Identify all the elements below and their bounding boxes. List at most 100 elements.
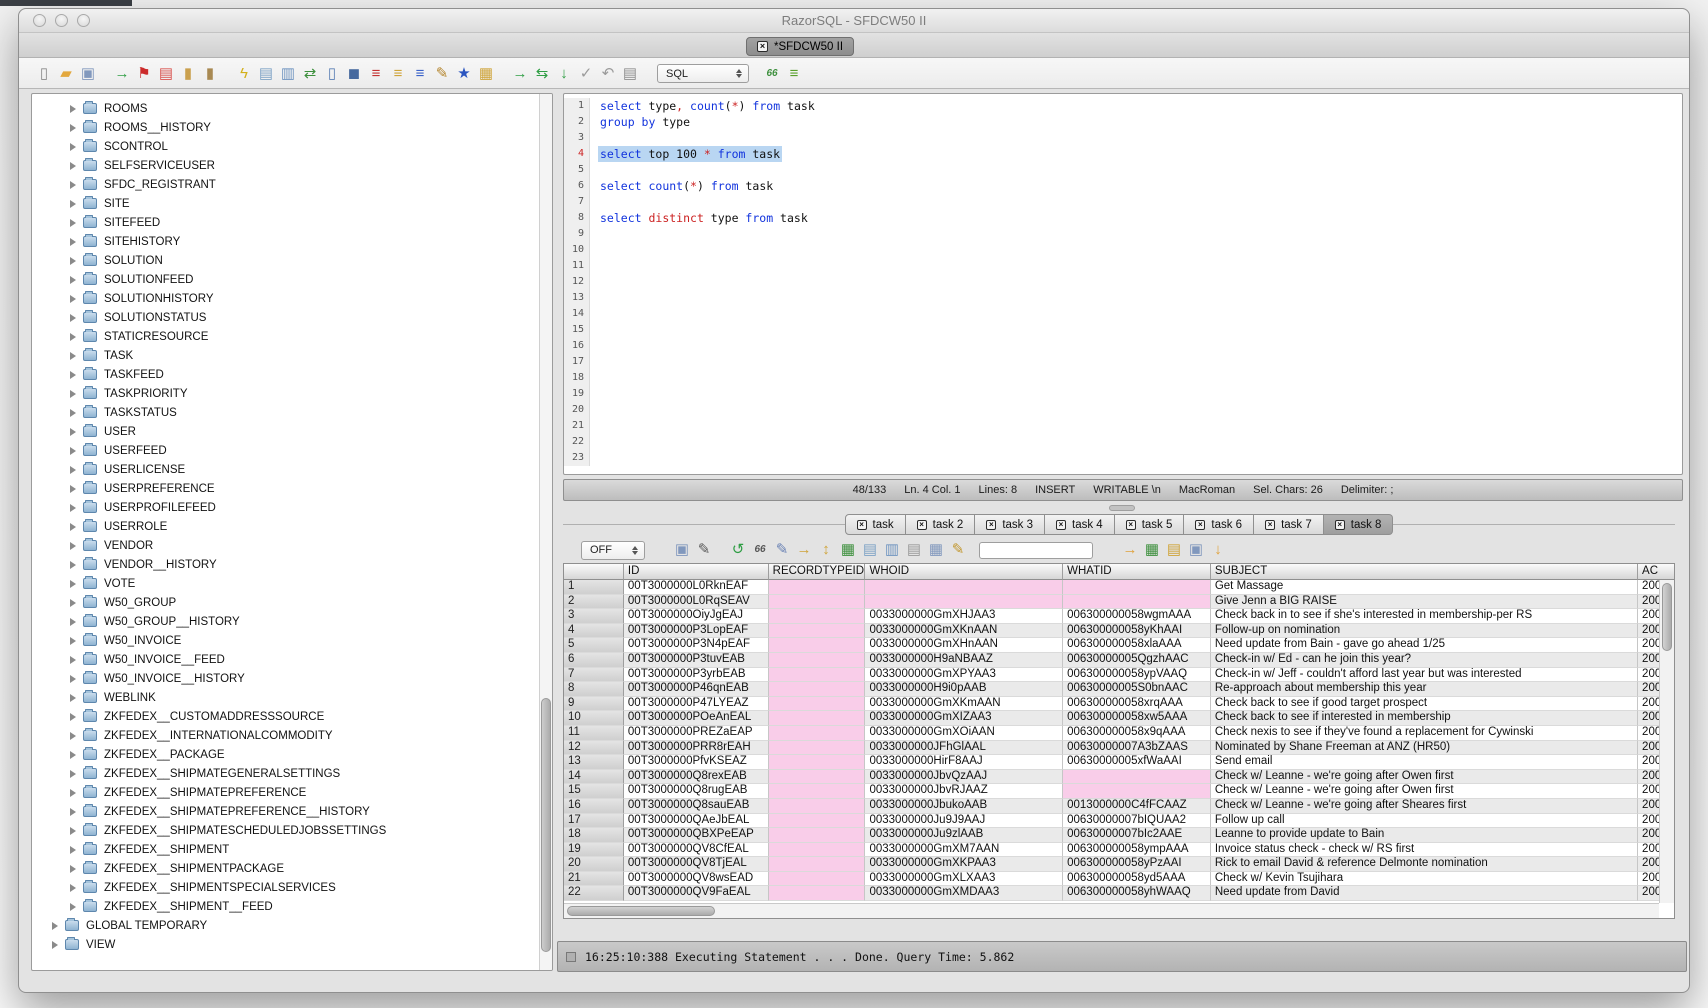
sidebar-table-item[interactable]: USERFEED bbox=[32, 441, 552, 460]
close-tab-icon[interactable]: × bbox=[1265, 520, 1275, 530]
sidebar-table-item[interactable]: VIEW bbox=[32, 935, 552, 954]
copy-table-data-icon[interactable]: ▦ bbox=[925, 539, 947, 561]
table-row[interactable]: 7 00T3000000P3yrbEAB 0033000000GmXPYAA3 … bbox=[564, 668, 1674, 683]
sidebar-table-item[interactable]: STATICRESOURCE bbox=[32, 327, 552, 346]
expand-arrow-icon[interactable] bbox=[70, 884, 76, 892]
expand-arrow-icon[interactable] bbox=[52, 941, 58, 949]
editor-line[interactable]: 10 bbox=[564, 242, 1682, 258]
sidebar-table-item[interactable]: SITE bbox=[32, 194, 552, 213]
editor-line[interactable]: 20 bbox=[564, 402, 1682, 418]
sidebar-table-item[interactable]: W50_GROUP__HISTORY bbox=[32, 612, 552, 631]
sidebar-table-item[interactable]: USER bbox=[32, 422, 552, 441]
expand-arrow-icon[interactable] bbox=[70, 276, 76, 284]
sidebar-table-item[interactable]: GLOBAL TEMPORARY bbox=[32, 916, 552, 935]
editor-line[interactable]: 11 bbox=[564, 258, 1682, 274]
sidebar-table-item[interactable]: ZKFEDEX__SHIPMENT__FEED bbox=[32, 897, 552, 916]
expand-arrow-icon[interactable] bbox=[70, 865, 76, 873]
result-tab[interactable]: × task 4 bbox=[1045, 514, 1115, 535]
sidebar-table-item[interactable]: SOLUTIONSTATUS bbox=[32, 308, 552, 327]
toolbar-separator[interactable] bbox=[715, 539, 727, 561]
expand-arrow-icon[interactable] bbox=[70, 504, 76, 512]
expand-arrow-icon[interactable] bbox=[70, 732, 76, 740]
refresh-icon[interactable]: ⇄ bbox=[299, 63, 321, 85]
close-tab-icon[interactable]: × bbox=[1056, 520, 1066, 530]
expand-arrow-icon[interactable] bbox=[70, 371, 76, 379]
expand-arrow-icon[interactable] bbox=[70, 713, 76, 721]
primary-key-icon[interactable]: ✎ bbox=[947, 539, 969, 561]
editor-line[interactable]: 19 bbox=[564, 386, 1682, 402]
sidebar-table-item[interactable]: USERPROFILEFEED bbox=[32, 498, 552, 517]
editor-line[interactable]: 6select count(*) from task bbox=[564, 178, 1682, 194]
table-row[interactable]: 17 00T3000000QAeJbEAL 0033000000Ju9J9AAJ… bbox=[564, 814, 1674, 829]
editor-line[interactable]: 13 bbox=[564, 290, 1682, 306]
sidebar-table-item[interactable]: USERLICENSE bbox=[32, 460, 552, 479]
open-file-icon[interactable]: ▰ bbox=[55, 63, 77, 85]
expand-arrow-icon[interactable] bbox=[70, 390, 76, 398]
expand-arrow-icon[interactable] bbox=[70, 694, 76, 702]
sidebar-table-item[interactable]: USERROLE bbox=[32, 517, 552, 536]
table-row[interactable]: 2 00T3000000L0RqSEAV Give Jenn a BIG RAI… bbox=[564, 595, 1674, 610]
table-row[interactable]: 16 00T3000000Q8sauEAB 0033000000JbukoAAB… bbox=[564, 799, 1674, 814]
export-table-icon[interactable]: ▦ bbox=[1141, 539, 1163, 561]
sidebar-table-item[interactable]: ZKFEDEX__SHIPMATESCHEDULEDJOBSSETTINGS bbox=[32, 821, 552, 840]
sidebar-table-item[interactable]: SOLUTIONHISTORY bbox=[32, 289, 552, 308]
table-row[interactable]: 18 00T3000000QBXPeEAP 0033000000Ju9zlAAB… bbox=[564, 828, 1674, 843]
expand-arrow-icon[interactable] bbox=[70, 447, 76, 455]
editor-line[interactable]: 14 bbox=[564, 306, 1682, 322]
table-row[interactable]: 9 00T3000000P47LYEAZ 0033000000GmXKmAAN … bbox=[564, 697, 1674, 712]
expand-arrow-icon[interactable] bbox=[70, 542, 76, 550]
create-column-icon[interactable]: ▮ bbox=[177, 63, 199, 85]
editor-line[interactable]: 22 bbox=[564, 434, 1682, 450]
expand-arrow-icon[interactable] bbox=[70, 352, 76, 360]
sidebar-table-item[interactable]: USERPREFERENCE bbox=[32, 479, 552, 498]
result-tab[interactable]: × task bbox=[845, 514, 906, 535]
expand-arrow-icon[interactable] bbox=[70, 409, 76, 417]
result-tab[interactable]: × task 7 bbox=[1254, 514, 1324, 535]
expand-arrow-icon[interactable] bbox=[70, 219, 76, 227]
sidebar-table-item[interactable]: SCONTROL bbox=[32, 137, 552, 156]
editor-line[interactable]: 23 bbox=[564, 450, 1682, 466]
list-blue-icon[interactable]: ≡ bbox=[409, 63, 431, 85]
expand-arrow-icon[interactable] bbox=[70, 827, 76, 835]
table-row[interactable]: 12 00T3000000PRR8rEAH 0033000000JFhGlAAL… bbox=[564, 741, 1674, 756]
expand-arrow-icon[interactable] bbox=[70, 124, 76, 132]
refresh-results-icon[interactable]: ↺ bbox=[727, 539, 749, 561]
sidebar-table-item[interactable]: WEBLINK bbox=[32, 688, 552, 707]
column-header-whatid[interactable]: WHATID bbox=[1063, 564, 1211, 580]
sidebar-table-item[interactable]: ROOMS bbox=[32, 99, 552, 118]
expand-arrow-icon[interactable] bbox=[70, 143, 76, 151]
sidebar-table-item[interactable]: ZKFEDEX__CUSTOMADDRESSSOURCE bbox=[32, 707, 552, 726]
sidebar-table-item[interactable]: ZKFEDEX__SHIPMENTPACKAGE bbox=[32, 859, 552, 878]
column-header-whoid[interactable]: WHOID bbox=[865, 564, 1063, 580]
table-row[interactable]: 19 00T3000000QV8CfEAL 0033000000GmXM7AAN… bbox=[564, 843, 1674, 858]
expand-arrow-icon[interactable] bbox=[70, 428, 76, 436]
editor-line[interactable]: 15 bbox=[564, 322, 1682, 338]
expand-arrow-icon[interactable] bbox=[70, 675, 76, 683]
new-file-icon[interactable]: ▯ bbox=[33, 63, 55, 85]
expand-arrow-icon[interactable] bbox=[70, 599, 76, 607]
expand-arrow-icon[interactable] bbox=[70, 162, 76, 170]
sidebar-table-item[interactable]: W50_GROUP bbox=[32, 593, 552, 612]
close-tab-icon[interactable]: × bbox=[917, 520, 927, 530]
expand-arrow-icon[interactable] bbox=[70, 295, 76, 303]
view-row-icon[interactable]: 66 bbox=[749, 539, 771, 561]
save-grid-icon[interactable]: ▣ bbox=[1185, 539, 1207, 561]
expand-arrow-icon[interactable] bbox=[70, 485, 76, 493]
expand-arrow-icon[interactable] bbox=[70, 466, 76, 474]
execute-all-icon[interactable]: ⇆ bbox=[531, 63, 553, 85]
tree-scrollbar[interactable] bbox=[539, 94, 552, 970]
table-row[interactable]: 8 00T3000000P46qnEAB 0033000000H9i0pAAB … bbox=[564, 682, 1674, 697]
copy-results-icon[interactable]: ▤ bbox=[903, 539, 925, 561]
expand-arrow-icon[interactable] bbox=[70, 770, 76, 778]
column-header-id[interactable]: ID bbox=[624, 564, 769, 580]
column-header-recordtypeid[interactable]: RECORDTYPEID bbox=[769, 564, 866, 580]
table-row[interactable]: 21 00T3000000QV8wsEAD 0033000000GmXLXAA3… bbox=[564, 872, 1674, 887]
sidebar-table-item[interactable]: TASKPRIORITY bbox=[32, 384, 552, 403]
expand-arrow-icon[interactable] bbox=[70, 580, 76, 588]
close-tab-icon[interactable]: × bbox=[1126, 520, 1136, 530]
expand-arrow-icon[interactable] bbox=[70, 808, 76, 816]
expand-arrow-icon[interactable] bbox=[70, 561, 76, 569]
sidebar-table-item[interactable]: ZKFEDEX__INTERNATIONALCOMMODITY bbox=[32, 726, 552, 745]
editor-line[interactable]: 5 bbox=[564, 162, 1682, 178]
insert-row-icon[interactable]: → bbox=[793, 539, 815, 561]
